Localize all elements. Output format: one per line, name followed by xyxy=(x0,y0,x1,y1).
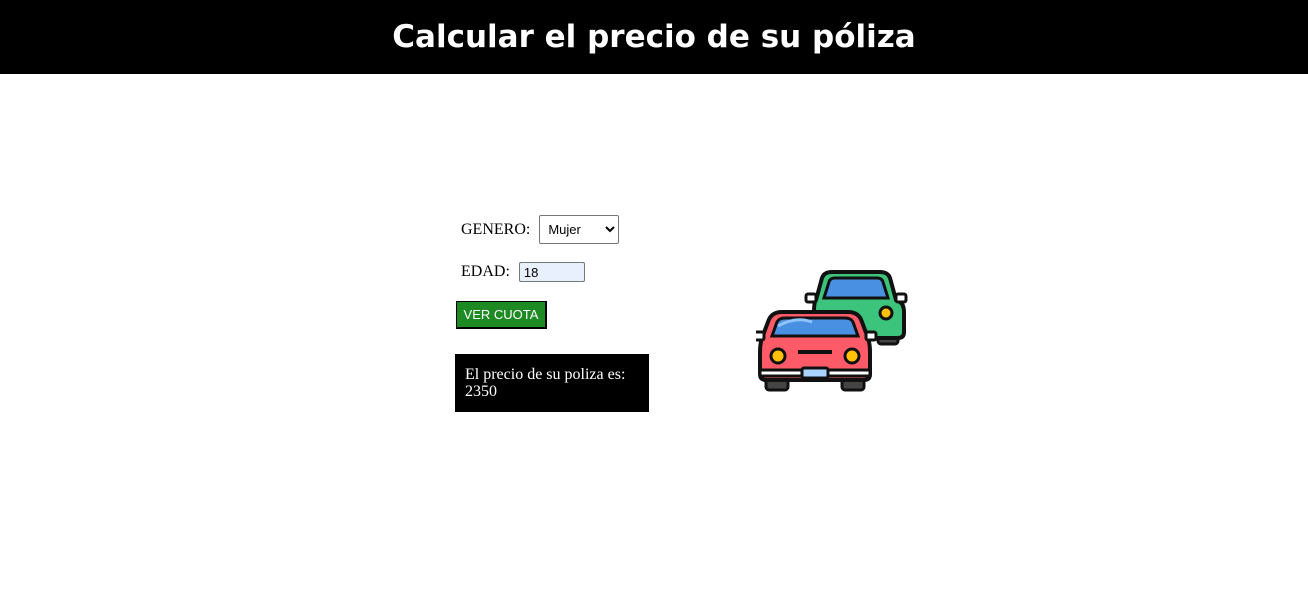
genero-select[interactable]: Mujer xyxy=(539,215,620,244)
result-text: El precio de su poliza es: xyxy=(465,366,626,383)
edad-label: EDAD: xyxy=(461,263,510,280)
edad-input[interactable] xyxy=(518,262,585,282)
ver-cuota-button[interactable]: VER CUOTA xyxy=(456,301,547,329)
page-header: Calcular el precio de su póliza xyxy=(0,0,1308,74)
red-car-icon xyxy=(756,310,878,392)
page-title: Calcular el precio de su póliza xyxy=(392,19,916,55)
edad-row: EDAD: xyxy=(461,262,585,282)
genero-row: GENERO: Mujer xyxy=(461,215,620,244)
result-value: 2350 xyxy=(465,383,497,400)
cars-icon xyxy=(756,270,908,392)
result-box: El precio de su poliza es: 2350 xyxy=(455,354,649,412)
genero-label: GENERO: xyxy=(461,220,531,238)
